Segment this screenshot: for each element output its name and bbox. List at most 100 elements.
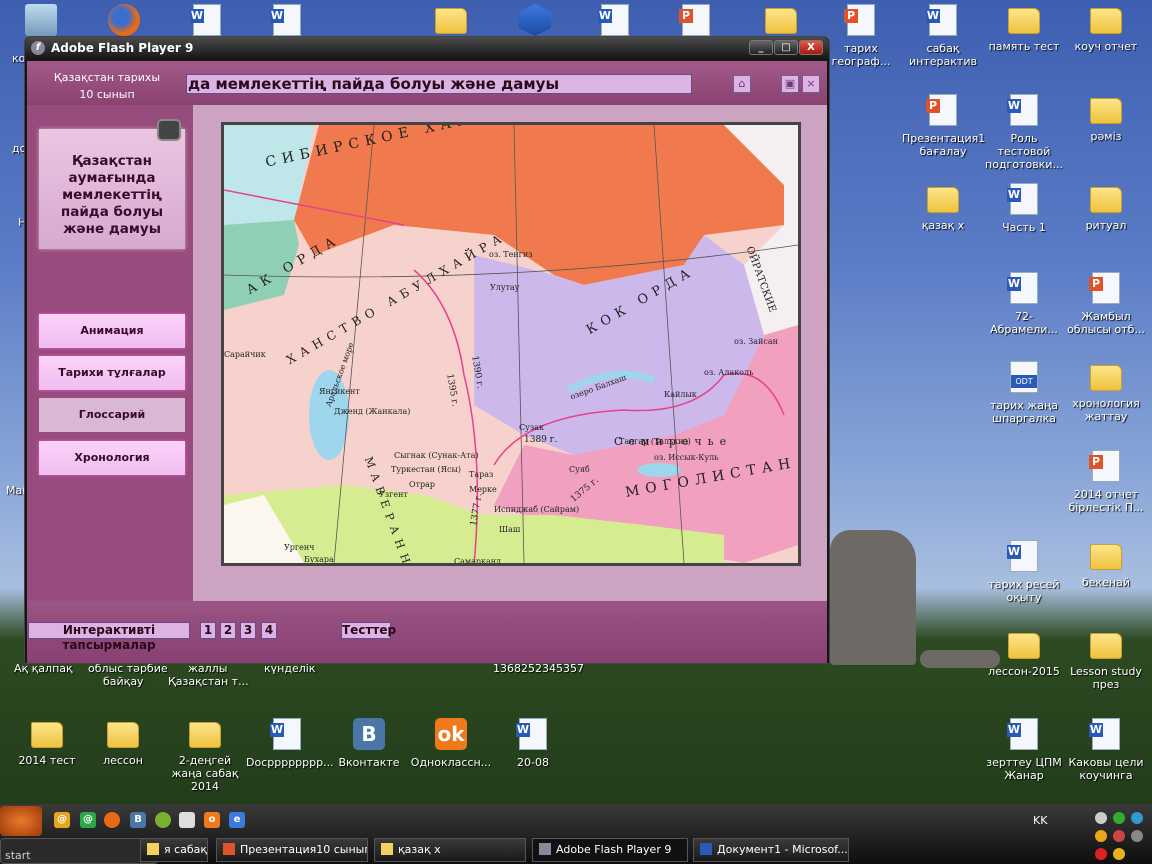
folder-icon xyxy=(381,843,393,855)
interactive-tasks-label[interactable]: Интерактивті тапсырмалар xyxy=(28,622,190,652)
desktop-icon[interactable]: рәміз xyxy=(1065,94,1147,143)
historical-figures-button[interactable]: Тарихи тұлғалар xyxy=(39,356,185,390)
folder-icon xyxy=(1090,633,1122,659)
desktop-icon[interactable]: коуч отчет xyxy=(1065,4,1147,53)
word-icon xyxy=(700,843,712,855)
task-4-button[interactable]: 4 xyxy=(261,622,277,639)
start-search-box[interactable]: start xyxy=(0,838,158,864)
glossary-button[interactable]: Глоссарий xyxy=(39,398,185,432)
close-button[interactable]: X xyxy=(799,40,823,55)
start-button[interactable] xyxy=(0,806,42,836)
subject-name: Қазақстан тарихы xyxy=(53,71,161,84)
sidebar: Қазақстан аумағында мемлекеттің пайда бо… xyxy=(27,105,193,601)
desktop-icon[interactable]: ритуал xyxy=(1065,183,1147,232)
desktop-icon[interactable]: қазақ х xyxy=(902,183,984,232)
flash-icon: f xyxy=(31,41,45,55)
maximize-button[interactable]: □ xyxy=(774,40,798,55)
desktop-icon[interactable]: сабақ интерактив xyxy=(902,4,984,68)
map-label: Тараз xyxy=(469,470,494,479)
desktop-icon[interactable] xyxy=(410,4,492,40)
desktop-icon[interactable] xyxy=(179,812,195,828)
antivirus-icon[interactable] xyxy=(1113,812,1125,824)
map-label: Узгент xyxy=(379,490,408,499)
ie-icon[interactable]: e xyxy=(229,812,245,828)
flash-app: Қазақстан тарихы 10 сынып да мемлекеттің… xyxy=(27,61,827,663)
task-2-button[interactable]: 2 xyxy=(220,622,236,639)
tray-icon[interactable] xyxy=(1131,830,1143,842)
desktop-icon[interactable]: 2014 тест xyxy=(6,718,88,767)
desktop-icon[interactable]: Часть 1 xyxy=(983,183,1065,234)
icq-icon[interactable]: @ xyxy=(80,812,96,828)
folder-icon xyxy=(765,8,797,34)
map-label: Туркестан (Ясы) xyxy=(391,465,461,474)
mail-agent-icon[interactable]: @ xyxy=(54,812,70,828)
desktop-icon[interactable]: тарих географ... xyxy=(820,4,902,68)
desktop-icon[interactable]: зерттеу ЦПМ Жанар xyxy=(983,718,1065,782)
desktop-icon-label: қазақ х xyxy=(921,219,965,232)
desktop-icon[interactable]: Docpppppppp... xyxy=(246,718,334,769)
folder-icon xyxy=(147,843,159,855)
desktop-icon[interactable]: B Вконтакте xyxy=(328,718,410,769)
desktop-icon[interactable]: 20-08 xyxy=(492,718,574,769)
network-error-icon[interactable] xyxy=(1095,812,1107,824)
desktop-icon[interactable]: бекенай xyxy=(1065,540,1147,589)
desktop-icon[interactable]: лессон xyxy=(82,718,164,767)
desktop-icon-label: тарих жаңа шпаргалка xyxy=(990,399,1058,425)
desktop-icon[interactable]: ok Одноклассн... xyxy=(410,718,492,769)
desktop-icon[interactable]: Lesson study през xyxy=(1065,629,1147,691)
animation-button[interactable]: Анимация xyxy=(39,314,185,348)
desktop-icon-label: Жамбыл облысы отб... xyxy=(1067,310,1145,336)
desktop-icon[interactable]: Презентация1 бағалау xyxy=(902,94,985,158)
desktop-icon[interactable]: 2-деңгей жаңа сабақ 2014 xyxy=(164,718,246,793)
video-camera-icon[interactable] xyxy=(157,119,181,141)
desktop-icon-label: бекенай xyxy=(1081,576,1131,589)
language-indicator[interactable]: KK xyxy=(1033,814,1047,827)
subject-label: Қазақстан тарихы 10 сынып xyxy=(27,69,187,103)
vk-icon[interactable]: B xyxy=(130,812,146,828)
word-icon xyxy=(598,4,629,36)
desktop-icon[interactable]: лессон-2015 xyxy=(983,629,1065,678)
map-label: Испиджаб (Сайрам) xyxy=(494,505,580,514)
desktop-icon[interactable]: Роль тестовой подготовки... xyxy=(983,94,1065,171)
network-icon[interactable] xyxy=(1131,812,1143,824)
desktop-icon[interactable]: хронология жаттау xyxy=(1065,361,1147,423)
desktop-icon-label: Одноклассн... xyxy=(410,756,492,769)
taskbar-button[interactable]: Документ1 - Microsof... xyxy=(693,838,849,862)
desktop-icon[interactable]: тарих жаңа шпаргалка xyxy=(983,361,1065,425)
window-titlebar[interactable]: f Adobe Flash Player 9 _ □ X xyxy=(25,37,829,59)
ff-icon xyxy=(108,4,140,36)
task-1-button[interactable]: 1 xyxy=(200,622,216,639)
taskbar-button[interactable]: я сабақ xyxy=(140,838,208,862)
word-icon xyxy=(1007,718,1038,750)
odnoklassniki-icon[interactable]: o xyxy=(204,812,220,828)
ppt-icon xyxy=(926,94,957,126)
fullscreen-button[interactable]: ▣ xyxy=(781,75,799,93)
firefox-icon[interactable] xyxy=(104,812,120,828)
desktop-icon[interactable]: 2014 отчет бірлестік П... xyxy=(1065,450,1147,514)
minimize-button[interactable]: _ xyxy=(749,40,773,55)
chronology-button[interactable]: Хронология xyxy=(39,441,185,475)
taskbar-button[interactable]: Adobe Flash Player 9 xyxy=(532,838,688,862)
volume-icon[interactable] xyxy=(1113,830,1125,842)
browser-icon[interactable] xyxy=(155,812,171,828)
desktop-icon[interactable] xyxy=(740,4,822,40)
power-icon[interactable] xyxy=(1113,848,1125,860)
folder-icon xyxy=(927,187,959,213)
topic-card: Қазақстан аумағында мемлекеттің пайда бо… xyxy=(39,129,185,249)
update-icon[interactable] xyxy=(1095,848,1107,860)
desktop-icon[interactable]: Каковы цели коучинга xyxy=(1065,718,1147,782)
desktop-icon-label: 2-деңгей жаңа сабақ 2014 xyxy=(171,754,239,793)
mail-tray-icon[interactable] xyxy=(1095,830,1107,842)
home-button[interactable]: ⌂ xyxy=(733,75,751,93)
app-close-button[interactable]: × xyxy=(802,75,820,93)
desktop-icon[interactable]: Жамбыл облысы отб... xyxy=(1065,272,1147,336)
desktop-icon-label: байқау xyxy=(103,675,144,688)
desktop-icon[interactable]: память тест xyxy=(983,4,1065,53)
taskbar-button[interactable]: Презентация10 сынып xyxy=(216,838,368,862)
tests-button[interactable]: Тесттер xyxy=(341,622,396,639)
desktop-icon[interactable]: тарих ресей оқыту xyxy=(983,540,1065,604)
desktop-icon[interactable]: 72-Абрамели... xyxy=(983,272,1065,336)
task-3-button[interactable]: 3 xyxy=(240,622,256,639)
taskbar-button[interactable]: қазақ х xyxy=(374,838,526,862)
folder-icon xyxy=(31,722,63,748)
